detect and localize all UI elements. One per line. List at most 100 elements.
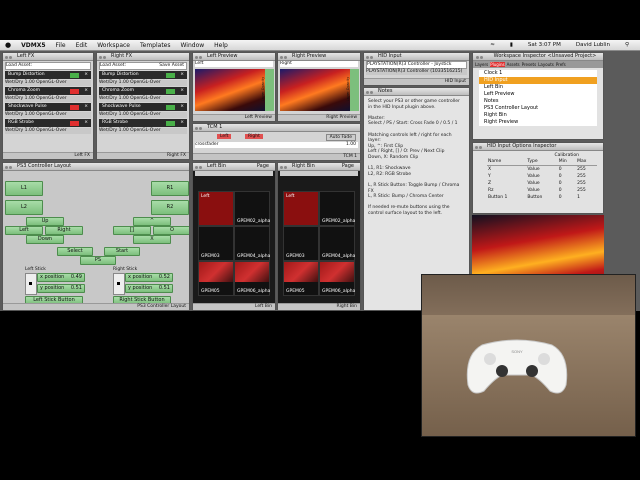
right-preview-title[interactable]: Right Preview xyxy=(278,53,360,61)
tab-layers[interactable]: Layers xyxy=(475,62,488,67)
tcm-right-button[interactable]: Right xyxy=(245,134,263,139)
right-stick-pad[interactable] xyxy=(113,273,125,295)
app-menu[interactable]: VDMX5 xyxy=(21,42,45,49)
menu-templates[interactable]: Templates xyxy=(140,42,171,49)
right-y-slider[interactable]: y position 0.51 xyxy=(125,284,173,293)
wetdry-row[interactable]: Wet/Dry 1.00 OpenGL-Over xyxy=(5,80,91,86)
wetdry-row[interactable]: Wet/Dry 1.00 OpenGL-Over xyxy=(5,128,91,134)
clip-thumb[interactable]: GPEM06_alpha xyxy=(234,261,270,296)
fx-toggle[interactable] xyxy=(70,72,79,78)
menu-window[interactable]: Window xyxy=(181,42,205,49)
plugin-list-item[interactable]: Right Preview xyxy=(479,119,597,126)
left-fx-asset-select[interactable]: Load Asset: xyxy=(5,62,91,70)
hid-device-select[interactable]: PLAYSTATION(R)3 Controller - Joystick xyxy=(366,61,467,69)
close-icon[interactable]: × xyxy=(84,87,88,95)
wetdry-row[interactable]: Wet/Dry 1.00 OpenGL-Over xyxy=(99,112,187,118)
left-stick-pad[interactable] xyxy=(25,273,37,295)
wetdry-row[interactable]: Wet/Dry 1.00 OpenGL-Over xyxy=(5,96,91,102)
clip-thumb[interactable]: Left xyxy=(198,191,234,226)
table-row[interactable]: Y Value 0 255 xyxy=(487,173,597,180)
select-button[interactable]: Select xyxy=(57,247,93,256)
r1-button[interactable]: R1 xyxy=(151,181,189,196)
l2-button[interactable]: L2 xyxy=(5,200,43,215)
plugin-list-item[interactable]: Notes xyxy=(479,98,597,105)
wetdry-row[interactable]: Wet/Dry 1.00 OpenGL-Over xyxy=(5,112,91,118)
crossfader-slider[interactable]: crossfader 1.00 xyxy=(195,142,358,148)
fx-toggle[interactable] xyxy=(70,88,79,94)
tab-prefs[interactable]: Prefs xyxy=(556,62,566,67)
workspace-inspector-title[interactable]: Workspace Inspector <Unsaved Project> xyxy=(473,53,603,61)
fx-toggle[interactable] xyxy=(166,104,175,110)
fx-row[interactable]: Chroma Zoom × xyxy=(99,87,187,95)
clip-thumb[interactable]: GPEM03 xyxy=(283,226,319,261)
column-header[interactable]: Name xyxy=(487,158,527,166)
menu-edit[interactable]: Edit xyxy=(76,42,88,49)
tab-presets[interactable]: Presets xyxy=(522,62,537,67)
cross-button[interactable]: X xyxy=(133,235,171,244)
plugin-list-item[interactable]: Right Bin xyxy=(479,112,597,119)
notes-title[interactable]: Notes xyxy=(364,88,469,96)
close-icon[interactable]: × xyxy=(84,119,88,127)
fx-toggle[interactable] xyxy=(166,88,175,94)
clip-thumb[interactable]: Left xyxy=(283,191,319,226)
plugin-list-item[interactable]: Left Bin xyxy=(479,84,597,91)
plugin-list-item[interactable]: HID Input xyxy=(479,77,597,84)
close-icon[interactable]: × xyxy=(84,103,88,111)
left-preview-video[interactable] xyxy=(195,69,265,111)
plugin-list-item[interactable]: PS3 Controller Layout xyxy=(479,105,597,112)
dpad-down-button[interactable]: Down xyxy=(26,235,64,244)
left-preview-title[interactable]: Left Preview xyxy=(193,53,275,61)
right-preview-selector[interactable]: Right xyxy=(280,61,358,67)
fx-row[interactable]: Chroma Zoom × xyxy=(5,87,91,95)
dpad-left-button[interactable]: Left xyxy=(5,226,43,235)
layer-opacity-slider[interactable] xyxy=(350,69,359,111)
fx-row[interactable]: Bump Distortion × xyxy=(5,71,91,79)
fx-toggle[interactable] xyxy=(70,120,79,126)
dpad-up-button[interactable]: Up xyxy=(26,217,64,226)
ps-button[interactable]: PS xyxy=(80,256,116,265)
user-name[interactable]: David Lublin xyxy=(576,42,610,48)
spotlight-icon[interactable]: ⚲ xyxy=(625,42,629,48)
table-row[interactable]: Rz Value 0 255 xyxy=(487,187,597,194)
clip-thumb[interactable]: GPEM04_alpha xyxy=(234,226,270,261)
ps3-title[interactable]: PS3 Controller Layout xyxy=(3,163,189,171)
clip-thumb[interactable]: GPEM02_alpha xyxy=(234,191,270,226)
apple-icon[interactable]: ● xyxy=(5,41,11,49)
menu-workspace[interactable]: Workspace xyxy=(97,42,130,49)
tab-plugins[interactable]: Plugins xyxy=(490,62,505,67)
tcm-title[interactable]: TCM 1 xyxy=(193,124,360,132)
left-fx-title[interactable]: Left FX xyxy=(3,53,93,61)
fx-toggle[interactable] xyxy=(166,120,175,126)
clock[interactable]: Sat 3:07 PM xyxy=(528,42,561,48)
clip-thumb[interactable]: GPEM05 xyxy=(283,261,319,296)
l1-button[interactable]: L1 xyxy=(5,181,43,196)
layer-opacity-slider[interactable] xyxy=(265,69,274,111)
circle-button[interactable]: O xyxy=(153,226,189,235)
dpad-right-button[interactable]: Right xyxy=(45,226,83,235)
page-selector[interactable]: Page xyxy=(342,163,354,170)
start-button[interactable]: Start xyxy=(104,247,140,256)
left-bin-title[interactable]: Left Bin Page xyxy=(193,163,275,171)
table-row[interactable]: Z Value 0 255 xyxy=(487,180,597,187)
square-button[interactable]: [] xyxy=(113,226,151,235)
hid-input-title[interactable]: HID Input xyxy=(364,53,469,61)
tab-assets[interactable]: Assets xyxy=(507,62,520,67)
fx-row[interactable]: RGB Strobe × xyxy=(5,119,91,127)
fx-row[interactable]: RGB Strobe × xyxy=(99,119,187,127)
clip-thumb[interactable]: GPEM04_alpha xyxy=(319,226,355,261)
wetdry-row[interactable]: Wet/Dry 1.00 OpenGL-Over xyxy=(99,80,187,86)
tcm-left-button[interactable]: Left xyxy=(217,134,232,139)
page-selector[interactable]: Page xyxy=(257,163,269,170)
wetdry-row[interactable]: Wet/Dry 1.00 OpenGL-Over xyxy=(99,128,187,134)
fx-toggle[interactable] xyxy=(70,104,79,110)
close-icon[interactable]: × xyxy=(84,71,88,79)
triangle-button[interactable]: ^ xyxy=(133,217,171,226)
close-icon[interactable]: × xyxy=(180,119,184,127)
fx-toggle[interactable] xyxy=(166,72,175,78)
close-icon[interactable]: × xyxy=(180,87,184,95)
hid-options-title[interactable]: HID Input Options Inspector xyxy=(473,143,603,151)
left-x-slider[interactable]: x position 0.49 xyxy=(37,273,85,282)
right-bin-title[interactable]: Right Bin Page xyxy=(278,163,360,171)
plugin-list-item[interactable]: Left Preview xyxy=(479,91,597,98)
right-preview-video[interactable] xyxy=(280,69,350,111)
